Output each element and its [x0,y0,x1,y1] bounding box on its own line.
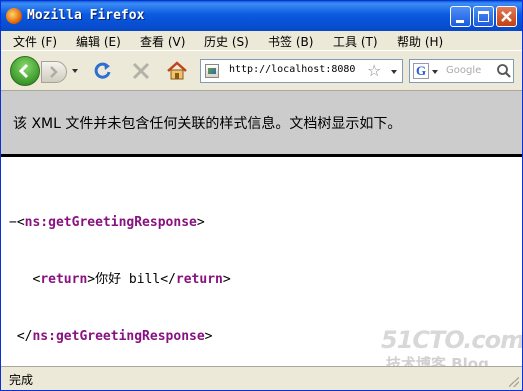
resize-grip-icon[interactable] [509,377,519,387]
minimize-icon [456,20,464,23]
browser-window: Mozilla Firefox 文件 (F) 编辑 (E) 查看 (V) 历史 … [0,0,523,391]
xml-tree: −<ns:getGreetingResponse> <return>你好 bil… [9,175,231,366]
xml-root-close-tag: ns:getGreetingResponse [32,329,205,344]
bookmark-star-icon[interactable]: ☆ [367,62,381,80]
navigation-toolbar: http://localhost:8080 ☆ G Google [1,50,522,91]
collapse-toggle[interactable]: − [9,215,17,230]
minimize-button[interactable] [450,6,471,27]
xml-child-line: <return>你好 bill</return> [9,272,231,287]
history-dropdown-icon[interactable] [72,69,78,73]
home-icon[interactable] [166,60,188,82]
search-bar[interactable]: G Google [409,59,514,83]
url-text[interactable]: http://localhost:8080 [229,64,367,75]
xml-root-close: </ns:getGreetingResponse> [9,329,213,344]
menu-bookmarks[interactable]: 书签 (B) [268,33,313,50]
menu-file[interactable]: 文件 (F) [13,33,57,50]
menu-help[interactable]: 帮助 (H) [397,33,443,50]
search-icon[interactable] [496,63,512,79]
menu-history[interactable]: 历史 (S) [204,33,249,50]
menu-view[interactable]: 查看 (V) [140,33,185,50]
xml-root-tag: ns:getGreetingResponse [24,215,197,230]
watermark-subtext: 技术博客 Blog [386,355,489,366]
menu-tools[interactable]: 工具 (T) [333,33,378,50]
xml-child-text: 你好 bill [95,272,161,287]
xml-child-open-tag: return [40,272,88,287]
google-engine-icon[interactable]: G [413,63,429,79]
site-favicon-icon [205,64,219,78]
forward-button[interactable] [41,61,67,83]
status-bar: 完成 [1,366,522,390]
firefox-logo-icon [6,8,22,24]
window-title: Mozilla Firefox [27,8,145,23]
maximize-button[interactable] [473,6,494,27]
reload-icon[interactable] [93,61,113,81]
url-history-dropdown-icon[interactable] [391,70,397,74]
xml-notice-banner: 该 XML 文件并未包含任何关联的样式信息。文档树显示如下。 [1,91,522,157]
close-icon [501,11,512,22]
menu-edit[interactable]: 编辑 (E) [76,33,121,50]
page-content: 该 XML 文件并未包含任何关联的样式信息。文档树显示如下。 −<ns:getG… [1,91,522,366]
back-button[interactable] [10,56,40,86]
xml-child-close-tag: return [175,272,223,287]
search-placeholder[interactable]: Google [446,65,481,76]
watermark-logo: 51CTO.com [381,326,522,354]
stop-icon[interactable] [131,61,151,81]
xml-notice-text: 该 XML 文件并未包含任何关联的样式信息。文档树显示如下。 [13,116,402,132]
maximize-icon [478,11,489,22]
menu-bar: 文件 (F) 编辑 (E) 查看 (V) 历史 (S) 书签 (B) 工具 (T… [1,31,522,50]
address-bar[interactable]: http://localhost:8080 ☆ [200,59,403,83]
forward-arrow-icon [50,66,58,78]
back-arrow-icon [18,63,29,79]
title-bar[interactable]: Mozilla Firefox [1,1,522,31]
close-button[interactable] [496,6,517,27]
xml-root-open: −<ns:getGreetingResponse> [9,215,205,230]
search-engine-dropdown-icon[interactable] [432,70,438,74]
status-text: 完成 [9,373,34,387]
